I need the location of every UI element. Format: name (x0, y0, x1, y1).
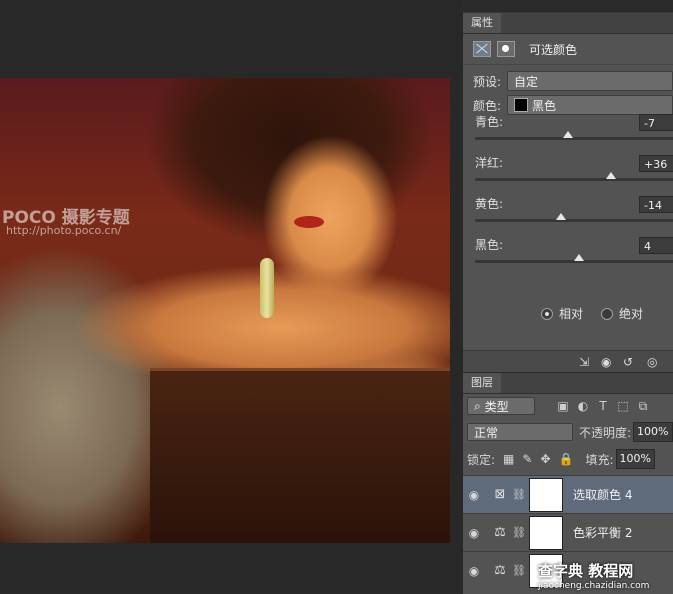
image-detail-bangle (260, 258, 274, 318)
clip-to-layer-icon[interactable]: ⇲ (579, 355, 589, 369)
slider-thumb[interactable] (556, 213, 566, 220)
layer-filter-row: ⌕ 类型 ▣ ◐ T ⬚ ⧉ (463, 393, 673, 419)
properties-tabbar: 属性 (463, 13, 673, 34)
layers-tabbar: 图层 (463, 373, 673, 394)
preset-row: 预设: 自定 (463, 69, 673, 93)
method-radios: 相对 绝对 (541, 305, 643, 322)
slider-track[interactable] (475, 172, 673, 181)
slider-value-field[interactable]: +36 (639, 155, 673, 172)
fill-field[interactable]: 100% (615, 449, 655, 469)
layer-name[interactable]: 选取颜色 4 (573, 486, 632, 503)
lock-paint-icon[interactable]: ✎ (522, 452, 532, 466)
link-icon[interactable]: ⛓ (511, 488, 527, 501)
balance-icon: ⚖ (494, 525, 506, 540)
preset-label: 预设: (473, 74, 502, 89)
lock-label: 锁定: (467, 452, 496, 467)
lock-move-icon[interactable]: ✥ (540, 452, 550, 466)
image-detail-box (150, 368, 450, 543)
adjustment-icon[interactable] (473, 41, 491, 57)
layer-row[interactable]: ◉ ⚖ ⛓ 色彩平衡 2 (463, 513, 673, 551)
layer-mask-thumbnail[interactable] (529, 515, 563, 550)
canvas-area: POCO 摄影专题 http://photo.poco.cn/ (0, 0, 463, 593)
slider-block: 青色: -7 (463, 111, 673, 152)
layer-mask-thumbnail[interactable] (529, 477, 563, 512)
blend-mode-value: 正常 (474, 425, 499, 440)
slider-track[interactable] (475, 213, 673, 222)
filter-pixel-icon[interactable]: ▣ (555, 399, 571, 413)
layer-row[interactable]: ◉ ⊠ ⛓ 选取颜色 4 (463, 475, 673, 513)
properties-title: 可选颜色 (529, 42, 578, 57)
eye-icon[interactable]: ◉ (463, 564, 485, 578)
color-swatch (514, 98, 528, 112)
slider-block: 黑色: 4 (463, 234, 673, 275)
slider-label: 黑色: (475, 238, 504, 252)
slider-thumb[interactable] (563, 131, 573, 138)
filter-type-icon[interactable]: T (595, 399, 611, 413)
preset-dropdown[interactable]: 自定 (507, 71, 673, 91)
slider-block: 洋红: +36 (463, 152, 673, 193)
layer-name[interactable]: 色彩平衡 2 (573, 524, 632, 541)
slider-thumb[interactable] (606, 172, 616, 179)
slider-block: 黄色: -14 (463, 193, 673, 234)
reset-icon[interactable]: ↺ (623, 355, 633, 369)
slider-label: 青色: (475, 115, 504, 129)
blend-mode-dropdown[interactable]: 正常 (467, 423, 573, 441)
properties-panel: 属性 可选颜色 预设: 自定 颜色: 黑色 青色: -7 洋红: +36 黄色: -14 黑… (463, 12, 673, 373)
properties-header: 可选颜色 (463, 34, 673, 65)
filter-smart-icon[interactable]: ⧉ (635, 399, 651, 414)
slider-thumb[interactable] (574, 254, 584, 261)
radio-absolute[interactable]: 绝对 (601, 305, 643, 322)
site-watermark: 查字典 教程网 jiaocheng.chazidian.com (538, 560, 668, 591)
lock-row: 锁定: ▦ ✎ ✥ 🔒 填充: 100% (463, 447, 673, 471)
site-watermark-url: jiaocheng.chazidian.com (538, 581, 650, 591)
opacity-label: 不透明度: (579, 425, 632, 440)
eye-icon[interactable]: ◉ (463, 526, 485, 540)
poco-watermark-url: http://photo.poco.cn/ (6, 224, 122, 237)
layer-filter-dropdown[interactable]: ⌕ 类型 (467, 397, 535, 415)
radio-absolute-label: 绝对 (619, 307, 644, 321)
slider-value-field[interactable]: -14 (639, 196, 673, 213)
slider-value-field[interactable]: 4 (639, 237, 673, 254)
search-icon: ⌕ (474, 398, 481, 413)
opacity-field[interactable]: 100% (633, 422, 673, 442)
slider-track[interactable] (475, 131, 673, 140)
balance-icon: ⚖ (494, 563, 506, 578)
slider-label: 黄色: (475, 197, 504, 211)
radio-relative-dot (541, 307, 553, 320)
radio-relative[interactable]: 相对 (541, 305, 583, 322)
lock-pixels-icon[interactable]: ▦ (503, 452, 514, 466)
document-image[interactable]: POCO 摄影专题 http://photo.poco.cn/ (0, 78, 450, 543)
mask-icon[interactable] (497, 41, 515, 57)
fill-label: 填充: (585, 452, 614, 467)
image-detail-lips (294, 216, 324, 228)
eye-icon[interactable]: ◉ (463, 488, 485, 502)
slider-track[interactable] (475, 254, 673, 263)
visibility-toggle-icon[interactable]: ◎ (647, 355, 657, 369)
tab-properties[interactable]: 属性 (463, 13, 501, 33)
tab-layers[interactable]: 图层 (463, 373, 501, 393)
slider-value-field[interactable]: -7 (639, 114, 673, 131)
blend-row: 正常 不透明度: 100% (463, 420, 673, 444)
link-icon[interactable]: ⛓ (511, 526, 527, 539)
site-watermark-title: 查字典 教程网 (538, 562, 634, 580)
lock-all-icon[interactable]: 🔒 (559, 452, 574, 466)
filter-adjustment-icon[interactable]: ◐ (575, 399, 591, 413)
slider-label: 洋红: (475, 156, 504, 170)
properties-footer: ⇲ ◉ ↺ ◎ (463, 350, 673, 373)
radio-relative-label: 相对 (559, 307, 584, 321)
filter-shape-icon[interactable]: ⬚ (615, 399, 631, 413)
radio-absolute-dot (601, 307, 614, 320)
preset-value: 自定 (514, 74, 539, 89)
layer-filter-value: 类型 (484, 399, 509, 414)
link-icon[interactable]: ⛓ (511, 564, 527, 577)
selective-color-icon: ⊠ (494, 487, 506, 502)
view-previous-icon[interactable]: ◉ (601, 355, 611, 369)
